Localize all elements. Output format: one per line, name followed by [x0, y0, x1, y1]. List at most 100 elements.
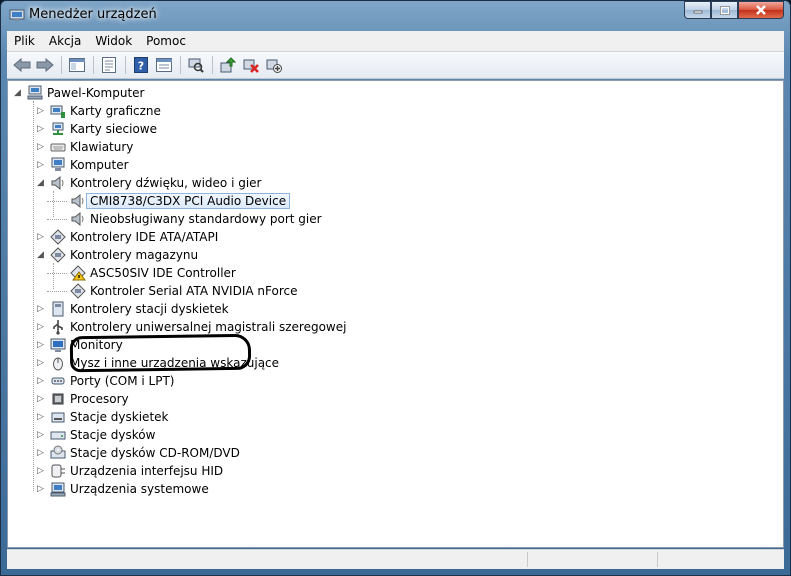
title-bar[interactable]: Menedżer urządzeń: [1, 1, 790, 29]
collapse-icon[interactable]: ◢: [37, 250, 46, 260]
tree-category-label: Karty sieciowe: [70, 122, 158, 136]
tree-category[interactable]: ▷ Stacje dyskietek: [37, 408, 168, 426]
show-hide-console-tree-icon: [69, 58, 85, 72]
tree-category[interactable]: ▷ Urządzenia interfejsu HID: [37, 462, 223, 480]
menu-pomoc[interactable]: Pomoc: [139, 31, 193, 51]
tree-category[interactable]: ▷ Kontrolery stacji dyskietek: [37, 300, 229, 318]
mouse-icon: [53, 357, 63, 371]
help-icon: ?: [134, 57, 148, 73]
tree-category[interactable]: ▷ Urządzenia systemowe: [37, 480, 209, 498]
back-button[interactable]: [11, 54, 33, 76]
tree-category[interactable]: ▷ Karty sieciowe: [37, 120, 157, 138]
close-button[interactable]: [738, 1, 784, 19]
expand-icon[interactable]: ▷: [37, 142, 46, 152]
tree-category-label: Komputer: [70, 158, 129, 172]
tree-category[interactable]: ▷ Stacje dysków CD-ROM/DVD: [37, 444, 240, 462]
usb-icon: [53, 320, 63, 335]
console-view-button[interactable]: [153, 54, 175, 76]
tree-category[interactable]: ◢ Kontrolery magazynu: [37, 246, 198, 264]
tree-device[interactable]: Kontroler Serial ATA NVIDIA nForce: [70, 282, 297, 300]
collapse-icon[interactable]: ◢: [14, 88, 23, 98]
properties-button[interactable]: [98, 54, 120, 76]
expand-icon[interactable]: ▷: [37, 106, 46, 116]
tree-guide-line: [47, 201, 67, 202]
collapse-icon[interactable]: ◢: [37, 178, 46, 188]
expand-icon[interactable]: ▷: [37, 484, 46, 494]
display-adapter-icon: [50, 105, 65, 118]
scan-hardware-button[interactable]: [185, 54, 207, 76]
disable-device-icon: [266, 59, 282, 73]
expand-icon[interactable]: ▷: [37, 412, 46, 422]
update-driver-button[interactable]: [217, 54, 239, 76]
expand-icon[interactable]: ▷: [37, 322, 46, 332]
tree-category[interactable]: ▷ Kontrolery uniwersalnej magistrali szer…: [37, 318, 346, 336]
tree-root[interactable]: ◢ Pawel-Komputer: [14, 84, 144, 102]
show-hide-tree-button[interactable]: [66, 54, 88, 76]
tree-device[interactable]: CMI8738/C3DX PCI Audio Device: [70, 192, 291, 210]
status-bar: [7, 549, 784, 569]
tree-category-label: Urządzenia systemowe: [70, 482, 209, 496]
tree-guide-line: [47, 219, 67, 220]
uninstall-device-button[interactable]: [240, 54, 262, 76]
menu-akcja[interactable]: Akcja: [42, 31, 88, 51]
maximize-button[interactable]: [711, 1, 738, 19]
tree-device-label: Kontroler Serial ATA NVIDIA nForce: [90, 284, 298, 298]
svg-text:?: ?: [138, 60, 144, 73]
tree-category[interactable]: ▷ Porty (COM i LPT): [37, 372, 174, 390]
storage-controller-icon: [50, 247, 66, 263]
expand-icon[interactable]: ▷: [37, 430, 46, 440]
expand-icon[interactable]: ▷: [37, 448, 46, 458]
keyboard-icon: [50, 143, 66, 152]
minimize-button[interactable]: [684, 1, 711, 19]
warning-device-icon: [70, 265, 86, 281]
tree-category-label: Kontrolery dźwięku, wideo i gier: [70, 176, 262, 190]
expand-icon[interactable]: ▷: [37, 394, 46, 404]
tree-category[interactable]: ▷ Stacje dysków: [37, 426, 155, 444]
tree-guide-line: [53, 191, 54, 217]
tree-category[interactable]: ▷ Komputer: [37, 156, 129, 174]
tree-device-label: ASC50SIV IDE Controller: [90, 266, 236, 280]
tree-guide-line: [47, 273, 67, 274]
tree-category-label: Stacje dyskietek: [70, 410, 169, 424]
port-icon: [51, 377, 65, 385]
tree-category-label: Klawiatury: [70, 140, 134, 154]
tree-category[interactable]: ◢ Kontrolery dźwięku, wideo i gier: [37, 174, 261, 192]
expand-icon[interactable]: ▷: [37, 376, 46, 386]
monitor-icon: [50, 338, 66, 352]
status-divider: [657, 552, 658, 567]
window-title: Menedżer urządzeń: [29, 7, 157, 22]
floppy-drive-icon: [51, 412, 65, 423]
menu-widok[interactable]: Widok: [88, 31, 139, 51]
expand-icon[interactable]: ▷: [37, 340, 46, 350]
device-tree-panel[interactable]: ◢ Pawel-Komputer ▷ Karty graficzne ▷ Karty …: [7, 80, 784, 548]
expand-icon[interactable]: ▷: [37, 232, 46, 242]
expand-icon[interactable]: ▷: [37, 124, 46, 134]
tree-category-label: Kontrolery magazynu: [70, 248, 199, 262]
tree-device[interactable]: Nieobsługiwany standardowy port gier: [70, 210, 322, 228]
expand-icon[interactable]: ▷: [37, 160, 46, 170]
tree-category[interactable]: ▷ Klawiatury: [37, 138, 133, 156]
help-button[interactable]: ?: [130, 54, 152, 76]
forward-button[interactable]: [34, 54, 56, 76]
system-devices-icon: [50, 482, 66, 497]
toolbar-separator: [93, 56, 94, 74]
computer-icon: [51, 157, 65, 171]
disable-device-button[interactable]: [263, 54, 285, 76]
menu-plik[interactable]: Plik: [7, 31, 42, 51]
tree-category-label: Porty (COM i LPT): [70, 374, 175, 388]
computer-root-icon: [27, 85, 43, 100]
tree-device[interactable]: ASC50SIV IDE Controller: [70, 264, 236, 282]
tree-category[interactable]: ▷ Kontrolery IDE ATA/ATAPI: [37, 228, 218, 246]
scan-hardware-changes-icon: [188, 58, 204, 73]
tree-guide-line: [53, 263, 54, 289]
expand-icon[interactable]: ▷: [37, 304, 46, 314]
expand-icon[interactable]: ▷: [37, 358, 46, 368]
speaker-icon: [71, 211, 84, 227]
expand-icon[interactable]: ▷: [37, 466, 46, 476]
status-divider: [527, 552, 528, 567]
tree-category[interactable]: ▷ Procesory: [37, 390, 129, 408]
tree-device-label: Nieobsługiwany standardowy port gier: [90, 212, 322, 226]
tree-category[interactable]: ▷ Karty graficzne: [37, 102, 161, 120]
tree-category-label: Kontrolery stacji dyskietek: [70, 302, 229, 316]
tree-category-label: Kontrolery uniwersalnej magistrali szere…: [70, 320, 347, 334]
